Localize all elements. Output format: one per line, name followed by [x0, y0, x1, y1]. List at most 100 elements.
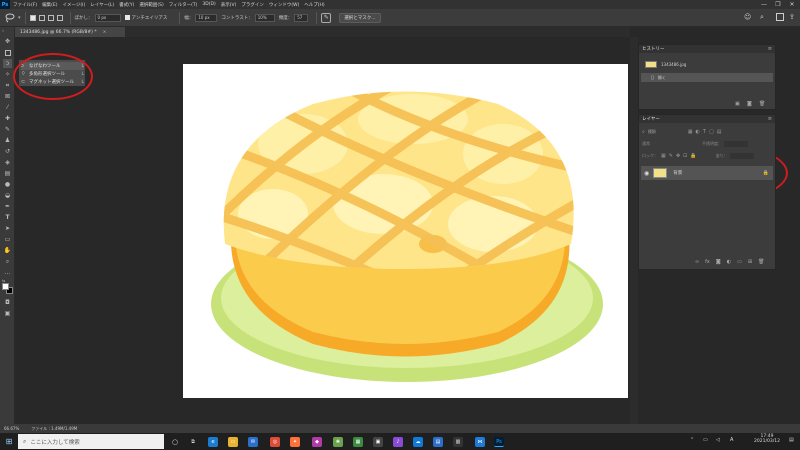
- delete-layer-icon[interactable]: 🗑: [758, 259, 764, 265]
- spreadsheet-icon[interactable]: ▦: [353, 437, 363, 447]
- fill-input[interactable]: [729, 153, 754, 159]
- camera-icon[interactable]: ◙: [747, 101, 752, 107]
- brush-tool-icon[interactable]: ✎: [3, 125, 12, 134]
- new-group-icon[interactable]: ▭: [737, 259, 742, 265]
- lasso-tool-icon[interactable]: [4, 12, 16, 24]
- dodge-tool-icon[interactable]: ◒: [3, 191, 12, 200]
- path-select-icon[interactable]: ➤: [3, 224, 12, 233]
- feather-input[interactable]: 0 px: [94, 13, 121, 22]
- menu-type[interactable]: 書式(Y): [119, 2, 134, 8]
- width-input[interactable]: 10 px: [195, 13, 218, 22]
- frequency-input[interactable]: 57: [294, 13, 309, 22]
- antialias-checkbox[interactable]: [124, 15, 130, 20]
- eraser-icon[interactable]: ◈: [3, 158, 12, 167]
- lock-position-icon[interactable]: ✥: [676, 153, 680, 159]
- add-selection-icon[interactable]: [38, 14, 45, 21]
- shape-filter-icon[interactable]: ▢: [709, 129, 714, 135]
- windows-start-icon[interactable]: ⊞: [0, 433, 18, 450]
- collapse-icon[interactable]: »: [2, 28, 4, 33]
- close-window-button[interactable]: ✕: [786, 0, 798, 9]
- select-and-mask-button[interactable]: 選択とマスク...: [339, 12, 381, 23]
- app-icon[interactable]: ♪: [393, 437, 403, 447]
- workspace-icon[interactable]: [776, 13, 784, 21]
- app-icon[interactable]: ▤: [433, 437, 443, 447]
- ime-indicator[interactable]: A: [730, 437, 733, 443]
- share-icon[interactable]: ⇪: [789, 13, 795, 21]
- chrome-icon[interactable]: ◎: [270, 437, 280, 447]
- mail-icon[interactable]: ✉: [248, 437, 258, 447]
- eye-icon[interactable]: ◉: [644, 170, 649, 177]
- document-canvas[interactable]: [183, 64, 628, 398]
- opacity-input[interactable]: [724, 141, 748, 147]
- pixel-filter-icon[interactable]: ▦: [688, 129, 693, 135]
- layer-kind-filter[interactable]: 種類: [648, 129, 688, 135]
- menu-file[interactable]: ファイル(F): [13, 2, 37, 8]
- menu-3d[interactable]: 3D(D): [202, 2, 215, 7]
- menu-image[interactable]: イメージ(I): [62, 2, 85, 8]
- type-filter-icon[interactable]: T: [703, 129, 706, 135]
- lock-transparent-icon[interactable]: ▦: [661, 153, 666, 159]
- pen-tool-icon[interactable]: ✒: [3, 202, 12, 211]
- layer-mask-icon[interactable]: ◙: [716, 259, 721, 265]
- adjustment-layer-icon[interactable]: ◐: [727, 259, 731, 265]
- clock[interactable]: 17:49 2021/03/12: [754, 434, 780, 444]
- app-icon[interactable]: ◆: [312, 437, 322, 447]
- menu-view[interactable]: 表示(V): [221, 2, 237, 8]
- gradient-tool-icon[interactable]: ▤: [3, 169, 12, 178]
- minimize-button[interactable]: —: [758, 0, 770, 9]
- history-tab[interactable]: ヒストリー: [642, 46, 665, 52]
- new-document-from-state-icon[interactable]: ▣: [735, 101, 740, 107]
- app-icon[interactable]: ▣: [373, 437, 383, 447]
- layer-style-icon[interactable]: fx: [705, 259, 710, 265]
- move-tool-icon[interactable]: ✥: [3, 37, 12, 46]
- type-tool-icon[interactable]: T: [3, 213, 12, 222]
- explorer-icon[interactable]: ▭: [228, 437, 238, 447]
- menu-help[interactable]: ヘルプ(H): [304, 2, 324, 8]
- panel-menu-icon[interactable]: ≡: [768, 46, 772, 52]
- stamp-tool-icon[interactable]: ♟: [3, 136, 12, 145]
- app-icon[interactable]: ❀: [333, 437, 343, 447]
- history-brush-icon[interactable]: ↺: [3, 147, 12, 156]
- menu-plugins[interactable]: プラグイン: [241, 2, 264, 8]
- maximize-button[interactable]: ❐: [772, 0, 784, 9]
- magic-wand-icon[interactable]: ✧: [3, 70, 12, 79]
- healing-brush-icon[interactable]: ✚: [3, 114, 12, 123]
- notification-icon[interactable]: ▤: [789, 437, 794, 443]
- menu-filter[interactable]: フィルター(T): [169, 2, 198, 8]
- new-layer-icon[interactable]: ⊞: [748, 259, 752, 265]
- new-selection-icon[interactable]: [29, 14, 36, 21]
- zoom-tool-icon[interactable]: ⌕: [3, 257, 12, 266]
- tray-chevron-icon[interactable]: ⌃: [690, 437, 694, 443]
- menu-select[interactable]: 選択範囲(S): [139, 2, 163, 8]
- subtract-selection-icon[interactable]: [47, 14, 54, 21]
- lock-pixels-icon[interactable]: ✎: [669, 153, 673, 159]
- lasso-tool-icon[interactable]: ↄ: [3, 59, 12, 68]
- tool-preset-chevron-icon[interactable]: ▾: [18, 15, 21, 21]
- search-icon[interactable]: ⌕: [760, 13, 764, 22]
- cortana-icon[interactable]: ○: [170, 437, 180, 447]
- firefox-icon[interactable]: ✦: [290, 437, 300, 447]
- app-icon[interactable]: ☁: [413, 437, 423, 447]
- intersect-selection-icon[interactable]: [56, 14, 63, 21]
- eyedropper-icon[interactable]: ⁄: [3, 103, 12, 112]
- link-layers-icon[interactable]: ∞: [695, 259, 699, 265]
- history-snapshot[interactable]: 1343486.jpg: [645, 61, 686, 68]
- quick-mask-icon[interactable]: ◘: [3, 298, 12, 307]
- history-state-open[interactable]: ▯ 開く: [641, 73, 773, 82]
- crop-tool-icon[interactable]: ⌗: [3, 81, 12, 90]
- vscode-icon[interactable]: ⋈: [475, 437, 485, 447]
- task-view-icon[interactable]: ⧉: [188, 437, 198, 447]
- adjustment-filter-icon[interactable]: ◐: [696, 129, 700, 135]
- photoshop-taskbar-icon[interactable]: Ps: [494, 437, 504, 447]
- menu-window[interactable]: ウィンドウ(W): [269, 2, 299, 8]
- contrast-input[interactable]: 10%: [254, 13, 275, 22]
- menu-edit[interactable]: 編集(E): [42, 2, 57, 8]
- pen-pressure-icon[interactable]: ✎: [321, 12, 332, 23]
- user-icon[interactable]: ☺: [744, 13, 751, 21]
- zoom-level[interactable]: 66.67%: [4, 426, 19, 431]
- lock-all-icon[interactable]: 🔒: [690, 153, 696, 159]
- foreground-color-swatch[interactable]: [2, 283, 9, 290]
- more-tools-icon[interactable]: …: [3, 268, 12, 277]
- blur-tool-icon[interactable]: ●: [3, 180, 12, 189]
- panel-menu-icon[interactable]: ≡: [768, 116, 772, 122]
